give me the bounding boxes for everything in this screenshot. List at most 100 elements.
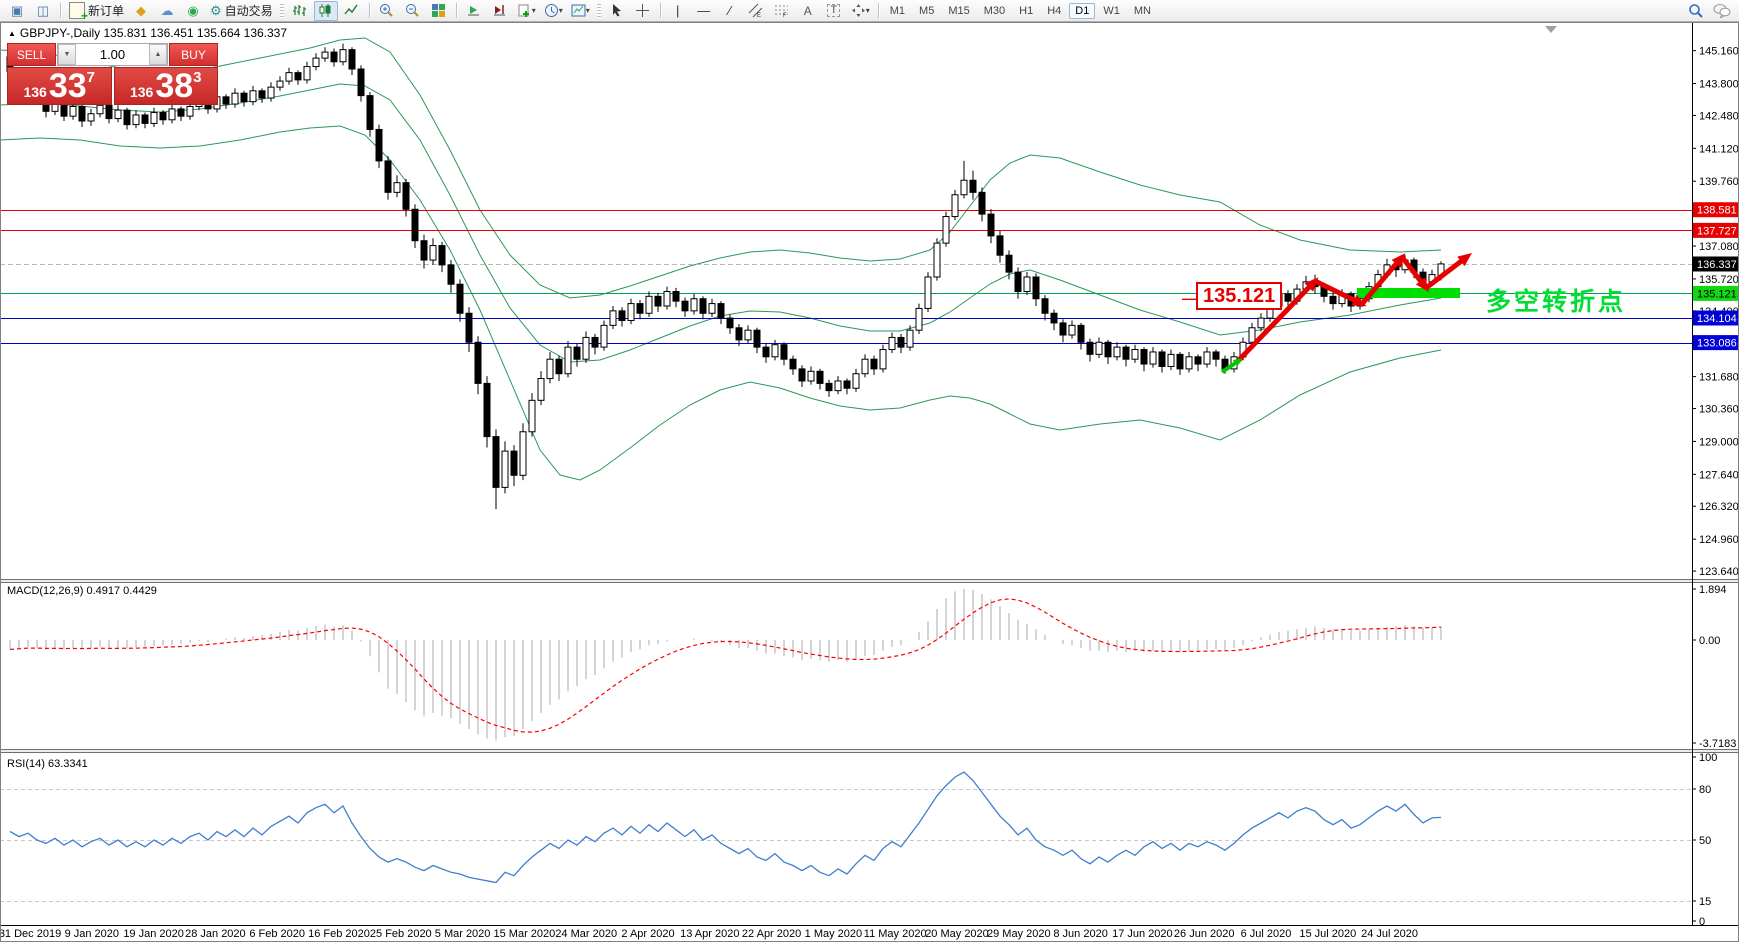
zoom-out-button[interactable]: [401, 1, 425, 21]
zoom-out-icon: [405, 3, 420, 18]
macd-tick-label: -3.7183: [1699, 738, 1736, 750]
volume-stepper: ▼ 1.00 ▲: [57, 43, 168, 66]
indicators-button[interactable]: ▾: [514, 1, 539, 21]
date-label: 5 Mar 2020: [435, 928, 491, 940]
candle-body: [619, 311, 625, 321]
volume-value[interactable]: 1.00: [76, 44, 149, 65]
candle-body: [655, 296, 661, 306]
channel-tool[interactable]: E: [744, 1, 768, 21]
buy-price-display[interactable]: 136 38 3: [114, 67, 219, 105]
trendline-tool[interactable]: ∕: [718, 1, 742, 21]
toolbar-separator: [456, 3, 457, 18]
candle-body: [394, 183, 400, 193]
candlestick-icon: [318, 3, 333, 18]
volume-down-button[interactable]: ▼: [58, 44, 76, 65]
tile-windows-button[interactable]: [427, 1, 451, 21]
bar-chart-mode-button[interactable]: [288, 1, 312, 21]
fibonacci-tool[interactable]: F: [770, 1, 794, 21]
candle-body: [322, 52, 328, 58]
sell-price-display[interactable]: 136 33 7: [7, 67, 112, 105]
candle-body: [475, 342, 481, 383]
timeframe-h1[interactable]: H1: [1013, 3, 1039, 19]
sell-price-pips: 33: [49, 72, 87, 101]
candle-body: [106, 105, 112, 118]
timeframe-d1[interactable]: D1: [1069, 3, 1095, 19]
candle-body: [1042, 299, 1048, 314]
candle-body: [232, 93, 238, 104]
candle-body: [70, 106, 76, 116]
timeframe-m30[interactable]: M30: [978, 3, 1011, 19]
text-tool[interactable]: A: [796, 1, 820, 21]
price-tick-label: 145.160: [1699, 46, 1739, 58]
price-badge-label: 138.581: [1697, 205, 1737, 217]
collapse-panel-icon[interactable]: ▲: [8, 29, 16, 38]
chart-canvas: 145.160143.800142.480141.120139.760138.4…: [0, 22, 1739, 942]
chart-title: ▲GBPJPY-,Daily 135.831 136.451 135.664 1…: [8, 26, 287, 40]
chart-shift-marker[interactable]: [1545, 26, 1557, 33]
date-label: 25 Feb 2020: [370, 928, 432, 940]
trendline-icon: ∕: [729, 4, 731, 17]
toolbox-button[interactable]: ◆: [129, 1, 153, 21]
timeframe-h4[interactable]: H4: [1041, 3, 1067, 19]
zoom-in-button[interactable]: [375, 1, 399, 21]
sell-button[interactable]: SELL: [7, 43, 56, 66]
chart-profiles-icon[interactable]: ◫: [31, 1, 55, 21]
candle-body: [403, 183, 409, 210]
sell-price-handle: 136: [23, 85, 46, 99]
candle-body: [79, 106, 85, 121]
chat-button[interactable]: [1710, 1, 1734, 21]
auto-trading-button[interactable]: ⚙ 自动交易: [207, 1, 276, 21]
templates-button[interactable]: ▾: [568, 1, 593, 21]
candle-body: [115, 110, 121, 118]
candle-body: [907, 330, 913, 347]
candle-body: [277, 81, 283, 87]
candle-body: [664, 291, 670, 306]
candle-body: [1258, 318, 1264, 328]
candle-body: [835, 381, 841, 391]
new-order-button[interactable]: 新订单: [66, 1, 127, 21]
signals-button[interactable]: ◉: [181, 1, 205, 21]
toolbar-separator: [878, 3, 879, 18]
sell-price-point: 7: [87, 70, 95, 85]
timeframe-w1[interactable]: W1: [1097, 3, 1126, 19]
horizontal-line-tool[interactable]: —: [692, 1, 716, 21]
codebase-button[interactable]: ☁: [155, 1, 179, 21]
timeframe-m15[interactable]: M15: [942, 3, 975, 19]
timeframe-mn[interactable]: MN: [1128, 3, 1157, 19]
candle-body: [934, 243, 940, 277]
toolbar-right: [1683, 1, 1735, 21]
candle-body: [178, 109, 184, 116]
candle-body: [484, 383, 490, 436]
buy-price-handle: 136: [130, 85, 153, 99]
vertical-line-tool[interactable]: |: [666, 1, 690, 21]
price-tick-label: 142.480: [1699, 110, 1739, 122]
line-chart-mode-button[interactable]: [340, 1, 364, 21]
svg-text:E: E: [757, 13, 761, 18]
timeframe-m5[interactable]: M5: [913, 3, 940, 19]
chart-shift-button[interactable]: [488, 1, 512, 21]
periods-button[interactable]: ▾: [541, 1, 566, 21]
candle-body: [385, 161, 391, 192]
toolbox-icon: ◆: [136, 4, 146, 17]
auto-scroll-button[interactable]: [462, 1, 486, 21]
candle-body: [142, 115, 148, 123]
text-label-tool[interactable]: T: [822, 1, 846, 21]
new-chart-icon[interactable]: ▣: [5, 1, 29, 21]
macd-signal-line: [10, 599, 1441, 732]
timeframe-group: M1M5M15M30H1H4D1W1MN: [883, 3, 1158, 19]
chinese-annotation-text[interactable]: 多空转折点: [1486, 282, 1626, 318]
buy-price-point: 3: [193, 70, 201, 85]
candlestick-mode-button[interactable]: [314, 1, 338, 21]
crosshair-button[interactable]: [631, 1, 655, 21]
search-button[interactable]: [1684, 1, 1708, 21]
candle-body: [529, 400, 535, 431]
arrows-tool[interactable]: ▾: [848, 1, 873, 21]
price-annotation-flag[interactable]: 135.121: [1196, 282, 1282, 310]
candle-body: [358, 69, 364, 96]
cursor-button[interactable]: [605, 1, 629, 21]
volume-up-button[interactable]: ▲: [149, 44, 167, 65]
buy-button[interactable]: BUY: [169, 43, 218, 66]
timeframe-m1[interactable]: M1: [884, 3, 911, 19]
channel-icon: E: [748, 3, 763, 18]
candle-body: [727, 318, 733, 328]
